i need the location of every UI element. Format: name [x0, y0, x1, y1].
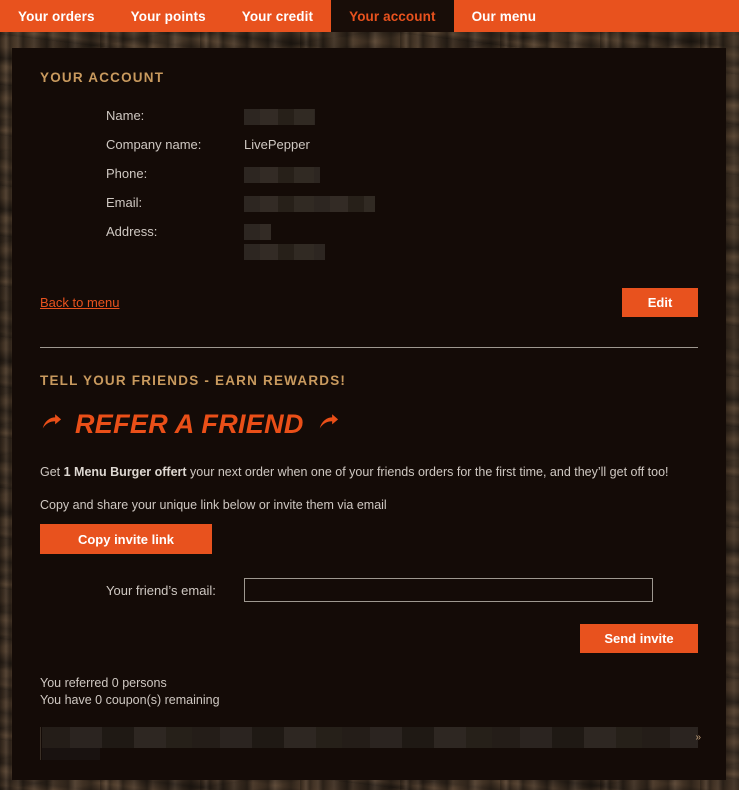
account-field-label: Name: [106, 108, 145, 123]
main-navigation: Your orders Your points Your credit Your… [0, 0, 739, 32]
nav-label: Your orders [18, 8, 95, 24]
account-field-value-address [244, 223, 325, 260]
account-row-address: Address: [106, 223, 698, 260]
refer-offer-text: Get 1 Menu Burger offert your next order… [40, 465, 698, 479]
nav-item-your-orders[interactable]: Your orders [0, 0, 113, 32]
page-title: YOUR ACCOUNT [40, 70, 165, 85]
content-panel: YOUR ACCOUNT Name: Company name: LivePep… [12, 48, 726, 780]
redacted-value [244, 224, 271, 240]
coupons-remaining-line: You have 0 coupon(s) remaining [40, 693, 220, 707]
offer-suffix: your next order when one of your friends… [186, 465, 669, 479]
nav-label: Your account [349, 8, 436, 24]
redacted-value [244, 195, 375, 212]
send-invite-button[interactable]: Send invite [580, 624, 698, 653]
nav-label: Your points [130, 8, 206, 24]
back-to-menu-link[interactable]: Back to menu [40, 295, 120, 310]
redacted-invite-link [42, 727, 698, 748]
account-field-label: Address: [106, 224, 158, 239]
friend-email-row: Your friend’s email: [106, 578, 698, 602]
refer-copy-hint: Copy and share your unique link below or… [40, 498, 387, 512]
section-divider [40, 347, 698, 348]
account-field-value-phone [244, 165, 320, 183]
account-field-label: Email: [106, 195, 143, 210]
edit-button[interactable]: Edit [622, 288, 698, 317]
redacted-value [244, 166, 320, 183]
referral-stats: You referred 0 persons You have 0 coupon… [40, 675, 698, 709]
account-row-phone: Phone: [106, 165, 698, 194]
referred-count-line: You referred 0 persons [40, 676, 167, 690]
nav-item-our-menu[interactable]: Our menu [454, 0, 555, 32]
refer-title-row: REFER A FRIEND [40, 409, 698, 440]
account-field-value-name [244, 107, 315, 125]
invite-link-field[interactable]: » [40, 727, 701, 760]
account-field-label: Phone: [106, 166, 148, 181]
nav-item-your-account[interactable]: Your account [331, 0, 454, 32]
refer-kicker: TELL YOUR FRIENDS - EARN REWARDS! [40, 373, 347, 388]
nav-label: Your credit [241, 8, 314, 24]
redacted-value [244, 244, 325, 260]
offer-prefix: Get [40, 465, 64, 479]
nav-item-your-points[interactable]: Your points [113, 0, 224, 32]
offer-bold: 1 Menu Burger offert [63, 465, 187, 479]
account-row-email: Email: [106, 194, 698, 223]
copy-invite-link-button[interactable]: Copy invite link [40, 524, 212, 554]
share-arrow-icon [317, 411, 339, 438]
account-field-value-email [244, 194, 375, 212]
invite-link-tail-glyph: » [695, 732, 701, 743]
refer-title: REFER A FRIEND [75, 409, 304, 439]
account-row-name: Name: [106, 107, 698, 136]
account-field-value-company: LivePepper [244, 137, 310, 152]
redacted-address-stack [244, 224, 325, 260]
account-actions: Back to menu Edit [40, 288, 698, 317]
redacted-value [244, 108, 315, 125]
account-details-table: Name: Company name: LivePepper Phone: Em… [106, 107, 698, 260]
send-invite-row: Send invite [40, 624, 698, 653]
friend-email-label: Your friend’s email: [106, 582, 216, 598]
share-arrow-icon [40, 411, 62, 438]
account-field-label: Company name: [106, 137, 202, 152]
nav-label: Our menu [471, 8, 537, 24]
account-row-company-name: Company name: LivePepper [106, 136, 698, 165]
redacted-invite-link-line2 [42, 748, 100, 760]
friend-email-input[interactable] [244, 578, 653, 602]
nav-item-your-credit[interactable]: Your credit [224, 0, 331, 32]
